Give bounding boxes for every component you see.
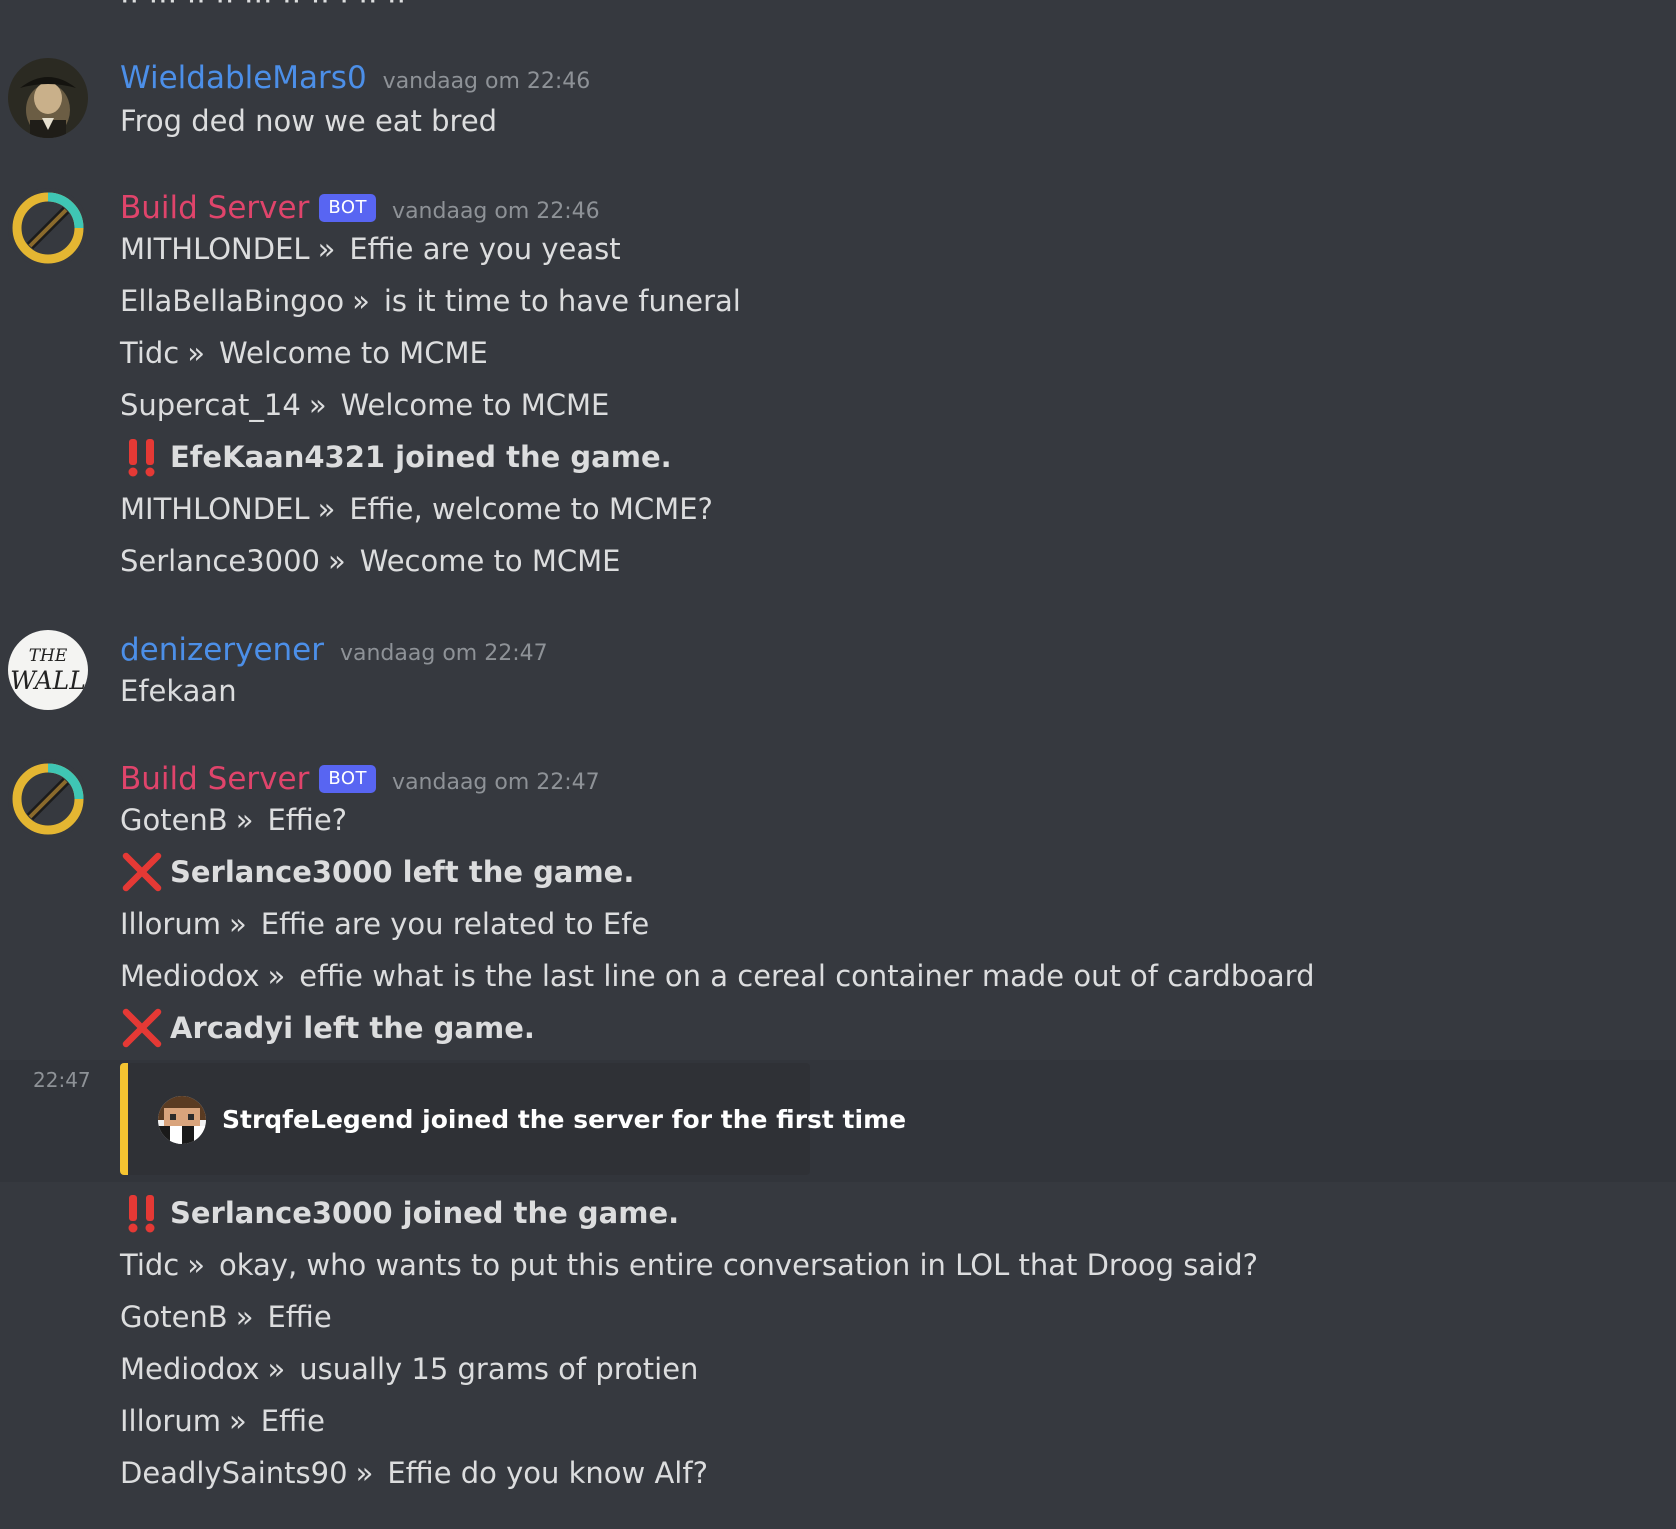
chat-text: Effie? <box>267 803 348 837</box>
separator: » <box>228 907 247 941</box>
event-text: Serlance3000 joined the game. <box>170 1196 680 1230</box>
chat-relay-line: Mediodox» effie what is the last line on … <box>120 951 1315 1001</box>
bot-tag: BOT <box>319 765 377 793</box>
chat-relay-line: Mediodox» usually 15 grams of protien <box>120 1344 698 1394</box>
message-header: Build Server BOT vandaag om 22:47 <box>120 759 600 799</box>
username[interactable]: WieldableMars0 <box>120 60 367 96</box>
player-name: Mediodox <box>120 1352 260 1386</box>
separator: » <box>308 388 327 422</box>
chat-text: Effie, welcome to MCME? <box>349 492 713 526</box>
event-text: Serlance3000 left the game. <box>170 855 635 889</box>
separator: » <box>235 1300 254 1334</box>
chat-text: is it time to have funeral <box>383 284 741 318</box>
separator: » <box>267 959 286 993</box>
leave-event: Arcadyi left the game. <box>120 1003 535 1053</box>
event-text: EfeKaan4321 joined the game. <box>170 440 672 474</box>
player-name: Illorum <box>120 907 221 941</box>
separator: » <box>355 1456 374 1490</box>
chat-message-list[interactable]: ·· ··· ·· ·· ··· ·· ·· · ·· ·· Wieldable… <box>0 0 1676 1529</box>
chat-relay-line: MITHLONDEL» Effie are you yeast <box>120 224 621 274</box>
chat-text: Effie <box>260 1404 325 1438</box>
hover-timestamp[interactable]: 22:47 <box>33 1068 91 1092</box>
chat-text: Welcome to MCME <box>340 388 610 422</box>
timestamp[interactable]: vandaag om 22:46 <box>383 69 591 94</box>
player-name: MITHLONDEL <box>120 232 310 266</box>
chat-relay-line: Supercat_14» Welcome to MCME <box>120 380 609 430</box>
event-text: Arcadyi left the game. <box>170 1011 535 1045</box>
username[interactable]: Build Server <box>120 761 309 797</box>
chat-relay-line: Illorum» Effie are you related to Efe <box>120 899 649 949</box>
join-event: EfeKaan4321 joined the game. <box>120 432 672 482</box>
red-x-icon <box>120 850 164 894</box>
player-name: Tidc <box>120 1248 180 1282</box>
embed-title: StrqfeLegend joined the server for the f… <box>222 1105 907 1134</box>
separator: » <box>317 492 336 526</box>
chat-text: Effie are you related to Efe <box>260 907 650 941</box>
player-name: Mediodox <box>120 959 260 993</box>
player-name: Illorum <box>120 1404 221 1438</box>
chat-text: Effie <box>267 1300 332 1334</box>
chat-text: okay, who wants to put this entire conve… <box>218 1248 1259 1282</box>
double-exclamation-icon <box>120 435 164 479</box>
message-text: Efekaan <box>120 674 237 708</box>
chat-relay-line: DeadlySaints90» Effie do you know Alf? <box>120 1448 708 1498</box>
timestamp[interactable]: vandaag om 22:47 <box>340 641 548 666</box>
chat-text: Wecome to MCME <box>359 544 621 578</box>
message-header: Build Server BOT vandaag om 22:46 <box>120 188 600 228</box>
message-header: denizeryener vandaag om 22:47 <box>120 630 548 670</box>
chat-relay-line: GotenB» Effie? <box>120 795 347 845</box>
the-wall-avatar[interactable]: THE WALL <box>8 630 88 710</box>
join-event: Serlance3000 joined the game. <box>120 1188 679 1238</box>
avatar-caption-bottom: WALL <box>10 666 86 695</box>
double-exclamation-icon <box>120 1191 164 1235</box>
player-name: MITHLONDEL <box>120 492 310 526</box>
separator: » <box>187 336 205 370</box>
player-name: Serlance3000 <box>120 544 320 578</box>
separator: » <box>187 1248 205 1282</box>
chat-relay-line: Tidc» okay, who wants to put this entire … <box>120 1240 1258 1290</box>
chat-text: Effie are you yeast <box>349 232 621 266</box>
player-name: GotenB <box>120 1300 228 1334</box>
username[interactable]: Build Server <box>120 190 309 226</box>
separator: » <box>352 284 370 318</box>
message-header: WieldableMars0 vandaag om 22:46 <box>120 58 590 98</box>
chat-relay-line: MITHLONDEL» Effie, welcome to MCME? <box>120 484 713 534</box>
player-name: Supercat_14 <box>120 388 301 422</box>
chat-text: Welcome to MCME <box>218 336 488 370</box>
chat-text: effie what is the last line on a cereal … <box>299 959 1315 993</box>
bot-tag: BOT <box>319 194 377 222</box>
chat-text: usually 15 grams of protien <box>299 1352 699 1386</box>
red-x-icon <box>120 1006 164 1050</box>
player-name: EllaBellaBingoo <box>120 284 345 318</box>
player-name: DeadlySaints90 <box>120 1456 348 1490</box>
avatar-caption-top: THE <box>29 646 68 666</box>
timestamp[interactable]: vandaag om 22:47 <box>392 770 600 795</box>
player-name: Tidc <box>120 336 180 370</box>
pixel-skin-avatar <box>158 1096 206 1144</box>
leave-event: Serlance3000 left the game. <box>120 847 634 897</box>
chat-relay-line: Illorum» Effie <box>120 1396 325 1446</box>
separator: » <box>327 544 346 578</box>
message-text: Frog ded now we eat bred <box>120 104 498 138</box>
separator: » <box>235 803 254 837</box>
join-embed: StrqfeLegend joined the server for the f… <box>120 1063 906 1175</box>
chat-text: Effie do you know Alf? <box>387 1456 708 1490</box>
pickaxe-ring-avatar[interactable] <box>8 188 88 268</box>
chat-relay-line: Tidc» Welcome to MCME <box>120 328 488 378</box>
cut-off-message: ·· ··· ·· ·· ··· ·· ·· · ·· ·· <box>120 0 407 19</box>
separator: » <box>267 1352 286 1386</box>
player-name: GotenB <box>120 803 228 837</box>
chat-relay-line: Serlance3000» Wecome to MCME <box>120 536 621 586</box>
username[interactable]: denizeryener <box>120 632 324 668</box>
timestamp[interactable]: vandaag om 22:46 <box>392 199 600 224</box>
chat-relay-line: EllaBellaBingoo» is it time to have funer… <box>120 276 741 326</box>
pickaxe-ring-avatar[interactable] <box>8 759 88 839</box>
separator: » <box>317 232 336 266</box>
separator: » <box>228 1404 247 1438</box>
chat-relay-line: GotenB» Effie <box>120 1292 332 1342</box>
tricorn-portrait-avatar[interactable] <box>8 58 88 138</box>
